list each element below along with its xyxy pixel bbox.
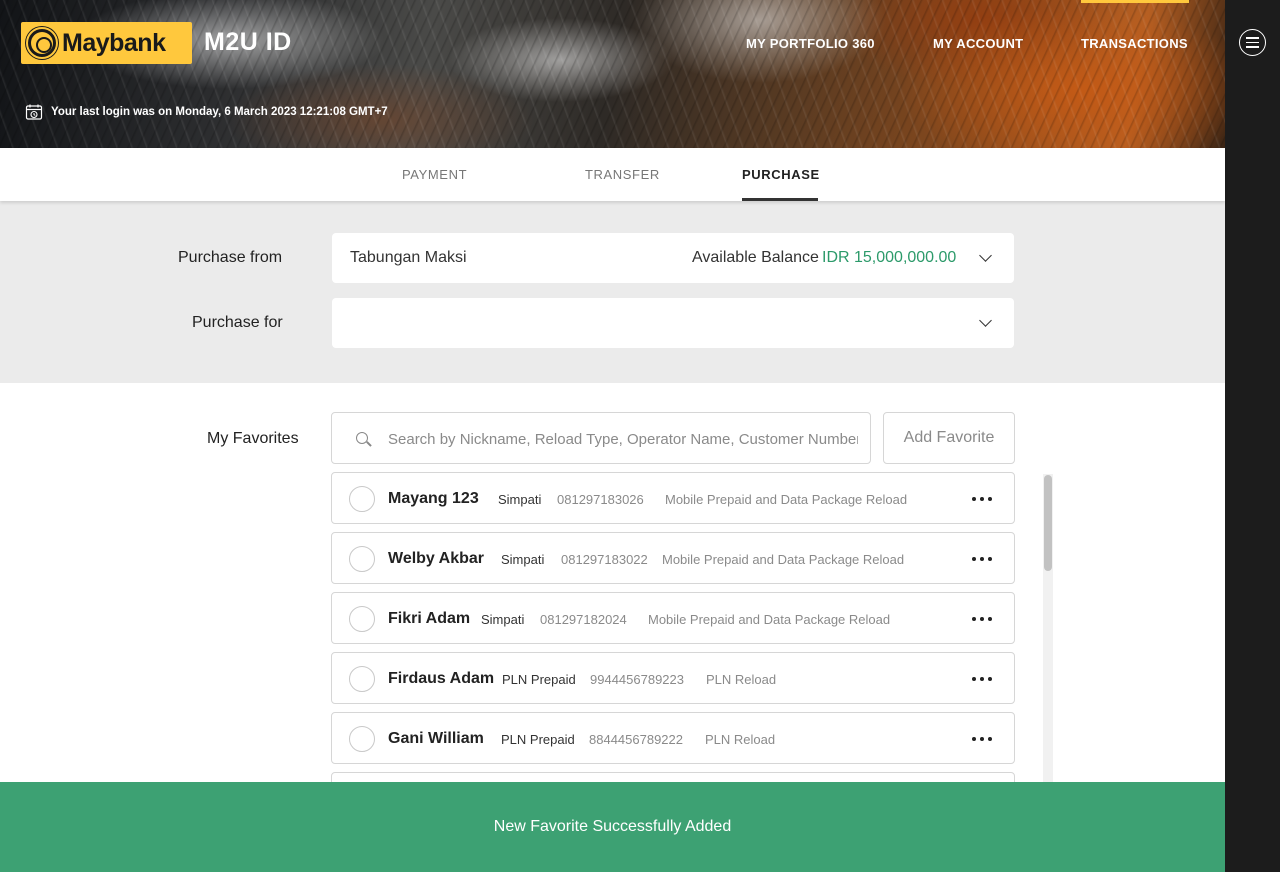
maybank-logo[interactable]: Maybank	[21, 22, 192, 64]
favorite-number: 9944456789223	[590, 672, 684, 687]
right-rail	[1225, 0, 1280, 872]
nav-active-indicator	[1081, 0, 1189, 3]
favorite-row[interactable]: Firdaus Adam PLN Prepaid 9944456789223 P…	[331, 652, 1015, 704]
nav-my-portfolio[interactable]: MY PORTFOLIO 360	[746, 36, 875, 51]
maybank-logo-icon	[26, 27, 58, 59]
logo-text: Maybank	[62, 28, 166, 57]
more-horizontal-icon[interactable]	[972, 737, 992, 741]
hamburger-menu-icon[interactable]	[1239, 29, 1266, 56]
favorites-list: Mayang 123 Simpati 081297183026 Mobile P…	[331, 472, 1015, 782]
last-login-text: Your last login was on Monday, 6 March 2…	[51, 106, 388, 118]
favorite-nickname: Fikri Adam	[388, 610, 471, 627]
more-horizontal-icon[interactable]	[972, 557, 992, 561]
favorite-operator: Simpati	[481, 612, 525, 627]
search-icon	[356, 432, 368, 444]
favorite-nickname: Gani William	[388, 730, 484, 747]
favorite-row[interactable]: Fikri Adam Simpati 081297182024 Mobile P…	[331, 592, 1015, 644]
favorite-row[interactable]: Welby Akbar Simpati 081297183022 Mobile …	[331, 532, 1015, 584]
favorite-number: 081297182024	[540, 612, 627, 627]
more-horizontal-icon[interactable]	[972, 617, 992, 621]
transaction-tabs: PAYMENT TRANSFER PURCHASE	[0, 148, 1225, 201]
favorite-reload-type: Mobile Prepaid and Data Package Reload	[662, 552, 905, 567]
calendar-clock-icon	[25, 104, 43, 120]
favorite-row[interactable]: Gani William PLN Prepaid 8844456789222 P…	[331, 712, 1015, 764]
favorite-operator: Simpati	[501, 552, 545, 567]
favorite-number: 081297183026	[557, 492, 644, 507]
radio-icon[interactable]	[349, 726, 375, 752]
purchase-for-label: Purchase for	[192, 314, 283, 331]
more-horizontal-icon[interactable]	[972, 677, 992, 681]
tab-active-underline	[742, 198, 818, 201]
favorite-operator: PLN Prepaid	[502, 672, 576, 687]
toast-message: New Favorite Successfully Added	[493, 818, 732, 835]
favorite-reload-type: PLN Reload	[706, 672, 777, 687]
purchase-for-select[interactable]	[332, 298, 1014, 348]
purchase-from-account: Tabungan Maksi	[350, 249, 467, 266]
chevron-down-icon	[979, 314, 992, 327]
add-favorite-button[interactable]: Add Favorite	[883, 412, 1015, 464]
favorite-nickname: Firdaus Adam	[388, 670, 495, 687]
nav-transactions[interactable]: TRANSACTIONS	[1081, 36, 1188, 51]
my-favorites-label: My Favorites	[207, 430, 299, 447]
favorites-search[interactable]	[331, 412, 871, 464]
favorite-number: 8844456789222	[589, 732, 683, 747]
tab-payment[interactable]: PAYMENT	[402, 167, 467, 182]
favorite-nickname: Mayang 123	[388, 490, 479, 507]
favorite-nickname: Welby Akbar	[388, 550, 485, 567]
tab-purchase[interactable]: PURCHASE	[742, 167, 820, 182]
favorite-number: 081297183022	[561, 552, 648, 567]
available-balance-label: Available Balance	[692, 249, 819, 266]
radio-icon[interactable]	[349, 486, 375, 512]
radio-icon[interactable]	[349, 606, 375, 632]
last-login-info: Your last login was on Monday, 6 March 2…	[25, 103, 388, 121]
nav-my-account[interactable]: MY ACCOUNT	[933, 36, 1023, 51]
header-banner: Maybank M2U ID MY PORTFOLIO 360 MY ACCOU…	[0, 0, 1225, 148]
favorite-operator: Simpati	[498, 492, 542, 507]
favorites-scrollbar-thumb[interactable]	[1044, 475, 1052, 571]
favorite-row[interactable]: Mayang 123 Simpati 081297183026 Mobile P…	[331, 472, 1015, 524]
app-title: M2U ID	[204, 28, 292, 56]
favorite-reload-type: Mobile Prepaid and Data Package Reload	[665, 492, 908, 507]
radio-icon[interactable]	[349, 546, 375, 572]
available-balance-value: IDR 15,000,000.00	[822, 249, 957, 266]
radio-icon[interactable]	[349, 666, 375, 692]
success-toast: New Favorite Successfully Added	[0, 782, 1225, 872]
more-horizontal-icon[interactable]	[972, 497, 992, 501]
chevron-down-icon	[979, 249, 992, 262]
purchase-form: Purchase from Tabungan Maksi Available B…	[0, 201, 1225, 383]
purchase-from-select[interactable]: Tabungan Maksi Available Balance IDR 15,…	[332, 233, 1014, 283]
favorites-search-input[interactable]	[388, 427, 858, 451]
favorite-row-partial[interactable]	[331, 772, 1015, 782]
favorite-reload-type: Mobile Prepaid and Data Package Reload	[648, 612, 891, 627]
tab-transfer[interactable]: TRANSFER	[585, 167, 660, 182]
favorite-operator: PLN Prepaid	[501, 732, 575, 747]
favorite-reload-type: PLN Reload	[705, 732, 776, 747]
purchase-from-label: Purchase from	[178, 249, 283, 266]
